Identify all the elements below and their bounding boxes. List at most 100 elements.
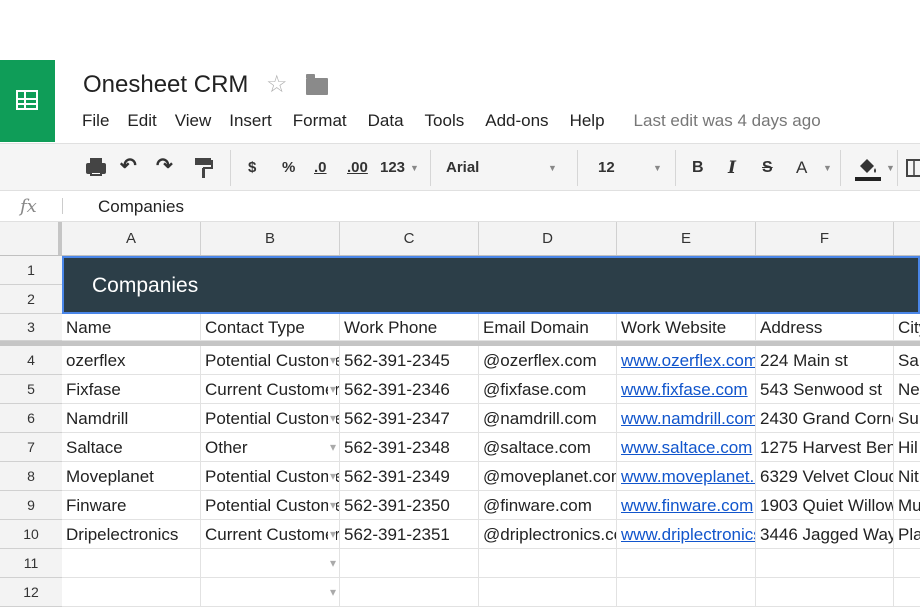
cell-contact-type[interactable]: Potential Customer [201,462,340,491]
header-cell-work-phone[interactable]: Work Phone [340,314,479,341]
row-header-6[interactable]: 6 [0,404,62,433]
more-formats-button[interactable]: 123 [380,156,405,180]
menu-add-ons[interactable]: Add-ons [485,111,548,133]
empty-dropdown-cell[interactable] [201,549,340,578]
redo-icon[interactable]: ↷ [156,154,173,178]
cell-city[interactable]: Ne [894,375,920,404]
empty-cell[interactable] [479,549,617,578]
menu-view[interactable]: View [175,111,212,133]
cell-address[interactable]: 6329 Velvet Cloud [756,462,894,491]
decrease-decimals-button[interactable]: .0 [314,156,327,180]
cell-address[interactable]: 224 Main st [756,346,894,375]
cell-work-phone[interactable]: 562-391-2349 [340,462,479,491]
header-cell-address[interactable]: Address [756,314,894,341]
menu-edit[interactable]: Edit [127,111,156,133]
column-header-b[interactable]: B [201,222,340,255]
empty-cell[interactable] [479,578,617,607]
cell-work-phone[interactable]: 562-391-2345 [340,346,479,375]
cell-email-domain[interactable]: @saltace.com [479,433,617,462]
font-family-caret-icon[interactable]: ▼ [548,156,557,180]
row-header-12[interactable]: 12 [0,578,62,607]
sheets-logo-icon[interactable] [0,60,55,142]
cell-address[interactable]: 1275 Harvest Bend [756,433,894,462]
cell-name[interactable]: Saltace [62,433,201,462]
row-header-10[interactable]: 10 [0,520,62,549]
empty-cell[interactable] [894,549,920,578]
cell-city[interactable]: Pla [894,520,920,549]
header-cell-name[interactable]: Name [62,314,201,341]
cell-contact-type[interactable]: Other [201,433,340,462]
cell-name[interactable]: Moveplanet [62,462,201,491]
cell-work-website[interactable]: www.saltace.com [617,433,756,462]
empty-cell[interactable] [756,578,894,607]
font-family-select[interactable]: Arial [446,156,479,180]
print-icon[interactable] [86,158,106,176]
increase-decimals-button[interactable]: .00 [347,156,368,180]
row-header-9[interactable]: 9 [0,491,62,520]
menu-data[interactable]: Data [368,111,404,133]
cell-work-website[interactable]: www.moveplanet.com [617,462,756,491]
italic-button[interactable]: I [728,156,736,180]
cell-contact-type[interactable]: Potential Customer [201,491,340,520]
cell-city[interactable]: Hil [894,433,920,462]
fill-color-caret-icon[interactable]: ▼ [886,156,895,180]
text-color-caret-icon[interactable]: ▼ [823,156,832,180]
star-icon[interactable]: ☆ [266,72,288,98]
cell-email-domain[interactable]: @ozerflex.com [479,346,617,375]
currency-format-button[interactable]: $ [248,156,256,180]
cell-city[interactable]: Mu [894,491,920,520]
bold-button[interactable]: B [692,156,704,180]
header-cell-work-website[interactable]: Work Website [617,314,756,341]
menu-format[interactable]: Format [293,111,347,133]
menu-insert[interactable]: Insert [229,111,272,133]
cell-name[interactable]: Namdrill [62,404,201,433]
cell-email-domain[interactable]: @fixfase.com [479,375,617,404]
header-cell-city[interactable]: City [894,314,920,341]
last-edit-status[interactable]: Last edit was 4 days ago [634,111,821,133]
fill-color-icon[interactable] [857,158,877,174]
column-header-a[interactable]: A [62,222,201,255]
header-cell-contact-type[interactable]: Contact Type [201,314,340,341]
paint-format-icon[interactable] [194,157,214,179]
empty-dropdown-cell[interactable] [201,578,340,607]
cell-work-website[interactable]: www.driplectronics.com [617,520,756,549]
cell-email-domain[interactable]: @namdrill.com [479,404,617,433]
menu-file[interactable]: File [82,111,109,133]
header-cell-email-domain[interactable]: Email Domain [479,314,617,341]
column-header-g[interactable] [894,222,920,255]
document-title[interactable]: Onesheet CRM [83,71,248,99]
cell-address[interactable]: 1903 Quiet Willow [756,491,894,520]
column-header-e[interactable]: E [617,222,756,255]
empty-cell[interactable] [62,549,201,578]
cell-name[interactable]: ozerflex [62,346,201,375]
cell-work-website[interactable]: www.fixfase.com [617,375,756,404]
formula-input[interactable]: Companies [98,197,184,217]
cell-city[interactable]: Su [894,404,920,433]
cell-city[interactable]: Sa [894,346,920,375]
row-header-7[interactable]: 7 [0,433,62,462]
cell-name[interactable]: Dripelectronics [62,520,201,549]
menu-tools[interactable]: Tools [425,111,465,133]
text-color-button[interactable]: A [796,156,807,180]
cell-contact-type[interactable]: Current Customer [201,375,340,404]
cell-address[interactable]: 543 Senwood st [756,375,894,404]
row-header-5[interactable]: 5 [0,375,62,404]
empty-cell[interactable] [756,549,894,578]
row-header-1[interactable]: 1 [0,256,62,285]
more-formats-caret-icon[interactable]: ▼ [410,156,419,180]
strikethrough-button[interactable]: S [762,156,773,180]
row-header-11[interactable]: 11 [0,549,62,578]
cell-work-phone[interactable]: 562-391-2347 [340,404,479,433]
empty-cell[interactable] [894,578,920,607]
percent-format-button[interactable]: % [282,156,295,180]
column-header-d[interactable]: D [479,222,617,255]
cell-work-phone[interactable]: 562-391-2350 [340,491,479,520]
empty-cell[interactable] [617,578,756,607]
companies-banner-cell[interactable]: Companies [62,256,920,314]
borders-icon[interactable] [906,159,920,177]
column-header-f[interactable]: F [756,222,894,255]
cell-email-domain[interactable]: @finware.com [479,491,617,520]
font-size-caret-icon[interactable]: ▼ [653,156,662,180]
column-header-c[interactable]: C [340,222,479,255]
cell-work-website[interactable]: www.finware.com [617,491,756,520]
